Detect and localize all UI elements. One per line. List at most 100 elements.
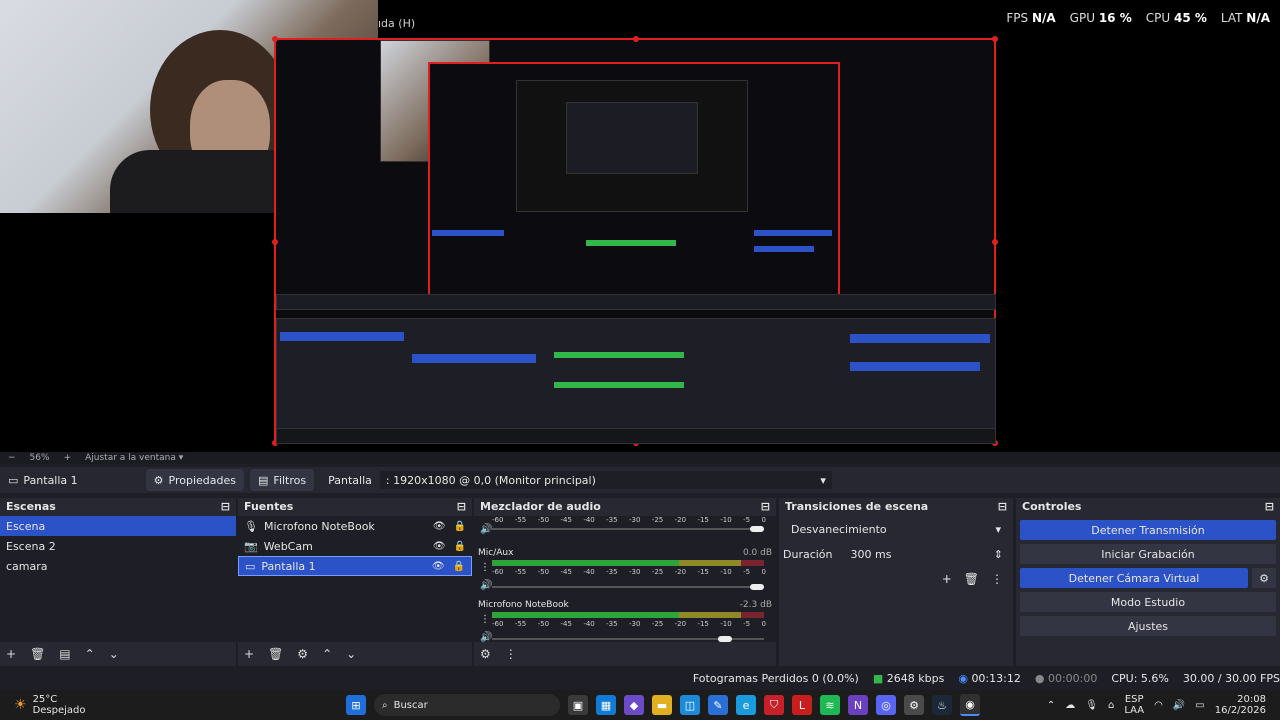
- volume-slider[interactable]: [492, 636, 764, 642]
- lock-icon[interactable]: 🔒: [454, 541, 466, 552]
- steam-icon[interactable]: ♨: [932, 695, 952, 715]
- preview-canvas[interactable]: ıda (H) FPS N/A GPU 16 % CPU 45 % LAT N/…: [0, 0, 1280, 452]
- scene-item[interactable]: camara: [0, 556, 236, 576]
- start-recording-button[interactable]: Iniciar Grabación: [1020, 544, 1276, 564]
- gear-icon[interactable]: ⚙: [1252, 568, 1276, 588]
- wifi-icon[interactable]: ◠: [1154, 700, 1163, 711]
- weather-widget[interactable]: ☀ 25°C Despejado: [0, 694, 314, 716]
- move-down-icon[interactable]: ⌄: [346, 647, 356, 661]
- store2-icon[interactable]: ◫: [680, 695, 700, 715]
- search-icon: ⌕: [382, 699, 388, 711]
- source-toolbar: ▭ Pantalla 1 ⚙ Propiedades ▤ Filtros Panta…: [0, 467, 1280, 493]
- menu-dots-icon[interactable]: ⋮: [480, 562, 490, 573]
- dock-menu-icon[interactable]: ⊟: [221, 500, 230, 513]
- cloud-icon[interactable]: ☁: [1065, 700, 1075, 711]
- spotify-icon[interactable]: ≋: [820, 695, 840, 715]
- trash-icon[interactable]: 🗑: [268, 647, 283, 661]
- speaker-icon[interactable]: 🔊: [480, 580, 492, 591]
- bitrate: ■ 2648 kbps: [872, 671, 945, 685]
- add-icon[interactable]: +: [244, 647, 254, 661]
- edit-app-icon[interactable]: ✎: [708, 695, 728, 715]
- gear-icon: ⚙: [153, 473, 164, 487]
- scale-tick: -5: [743, 516, 751, 524]
- lock-icon[interactable]: 🔒: [453, 561, 465, 572]
- menu-dots-icon[interactable]: ⋮: [505, 647, 517, 661]
- settings-app-icon[interactable]: ⚙: [904, 695, 924, 715]
- stop-streaming-button[interactable]: Detener Transmisión: [1020, 520, 1276, 540]
- chevron-up-icon[interactable]: ⌃: [1047, 700, 1055, 711]
- speaker-icon[interactable]: 🔊: [480, 524, 492, 535]
- source-item[interactable]: 🎙 Microfono NoteBook 👁 🔒: [238, 516, 472, 536]
- network-icon[interactable]: ⌂: [1108, 700, 1114, 711]
- display-select[interactable]: : 1920x1080 @ 0,0 (Monitor principal) ▾: [379, 471, 832, 489]
- taskbar-search[interactable]: ⌕ Buscar: [374, 694, 560, 716]
- language-indicator[interactable]: ESP LAA: [1124, 694, 1144, 716]
- source-item[interactable]: 📷 WebCam 👁 🔒: [238, 536, 472, 556]
- add-icon[interactable]: +: [942, 572, 952, 586]
- clock[interactable]: 20:08 16/2/2026: [1215, 694, 1266, 716]
- lock-icon[interactable]: 🔒: [454, 521, 466, 532]
- weather-icon: ☀: [14, 697, 27, 713]
- eye-icon[interactable]: 👁: [433, 521, 446, 532]
- mixer-channel: Mic/Aux 0.0 dB ⋮ -60 -55 -50 -45 -40 -35 -30 -25…: [474, 546, 776, 598]
- windows-start-icon[interactable]: ⊞: [346, 695, 366, 715]
- scale-tick: -45: [560, 516, 572, 524]
- dock-menu-icon[interactable]: ⊟: [1265, 500, 1274, 513]
- scene-item[interactable]: Escena 2: [0, 536, 236, 556]
- selected-source-frame[interactable]: [272, 36, 998, 446]
- store-icon[interactable]: ▦: [596, 695, 616, 715]
- trash-icon[interactable]: 🗑: [964, 572, 979, 586]
- move-down-icon[interactable]: ⌄: [109, 647, 119, 661]
- scale-tick: -25: [651, 620, 664, 628]
- taskbar: ☀ 25°C Despejado ⊞ ⌕ Buscar ▣ ▦ ◆ ▬ ◫ ✎ e …: [0, 690, 1280, 720]
- scenes-title: Escenas: [6, 499, 56, 513]
- gear-icon[interactable]: ⚙: [297, 647, 308, 661]
- source-item[interactable]: ▭ Pantalla 1 👁 🔒: [238, 556, 472, 576]
- filter-icon: ▤: [258, 473, 269, 487]
- menu-dots-icon[interactable]: ⋮: [480, 614, 490, 625]
- obs-icon[interactable]: ◉: [960, 694, 980, 716]
- duration-input[interactable]: 300 ms ⇕: [844, 544, 1009, 564]
- properties-button[interactable]: ⚙ Propiedades: [145, 469, 245, 491]
- scene-item[interactable]: Escena: [0, 516, 236, 536]
- channel-db: 0.0 dB: [742, 548, 772, 558]
- mixer-settings-icon[interactable]: ⚙: [480, 647, 491, 661]
- discord-icon[interactable]: ◎: [876, 695, 896, 715]
- antivirus-icon[interactable]: ⛉: [764, 695, 784, 715]
- eye-icon[interactable]: 👁: [432, 561, 445, 572]
- scale-tick: -35: [606, 568, 618, 576]
- volume-slider[interactable]: [492, 584, 764, 590]
- zoom-out-icon[interactable]: −: [8, 453, 16, 463]
- eye-icon[interactable]: 👁: [433, 541, 446, 552]
- fit-window-dropdown[interactable]: Ajustar a la ventana ▾: [85, 453, 183, 463]
- trash-icon[interactable]: 🗑: [30, 647, 45, 661]
- stop-virtual-camera-button[interactable]: Detener Cámara Virtual: [1020, 568, 1248, 588]
- stat-fps: FPS N/A: [1006, 11, 1056, 25]
- volume-icon[interactable]: 🔊: [1173, 700, 1185, 711]
- move-up-icon[interactable]: ⌃: [85, 647, 95, 661]
- transition-select[interactable]: Desvanecimiento ▾: [785, 519, 1007, 539]
- filters-button[interactable]: ▤ Filtros: [250, 469, 315, 491]
- scale-tick: -50: [537, 516, 550, 524]
- scale-tick: -60: [492, 516, 504, 524]
- chevron-down-icon: ▾: [820, 473, 826, 487]
- move-up-icon[interactable]: ⌃: [322, 647, 332, 661]
- dock-menu-icon[interactable]: ⊟: [761, 500, 770, 513]
- studio-mode-button[interactable]: Modo Estudio: [1020, 592, 1276, 612]
- teams-icon[interactable]: ◆: [624, 695, 644, 715]
- settings-button[interactable]: Ajustes: [1020, 616, 1276, 636]
- visual-studio-icon[interactable]: N: [848, 695, 868, 715]
- volume-slider[interactable]: [492, 526, 764, 532]
- dock-menu-icon[interactable]: ⊟: [457, 500, 466, 513]
- folder-icon[interactable]: ▬: [652, 695, 672, 715]
- edge-icon[interactable]: e: [736, 695, 756, 715]
- dock-menu-icon[interactable]: ⊟: [998, 500, 1007, 513]
- menu-dots-icon[interactable]: ⋮: [991, 572, 1003, 586]
- filter-icon[interactable]: ▤: [59, 647, 70, 661]
- task-view-icon[interactable]: ▣: [568, 695, 588, 715]
- mic-tray-icon[interactable]: 🎙: [1085, 700, 1098, 711]
- app-l-icon[interactable]: L: [792, 695, 812, 715]
- zoom-in-icon[interactable]: +: [64, 453, 72, 463]
- battery-icon[interactable]: ▭: [1195, 700, 1204, 711]
- add-icon[interactable]: +: [6, 647, 16, 661]
